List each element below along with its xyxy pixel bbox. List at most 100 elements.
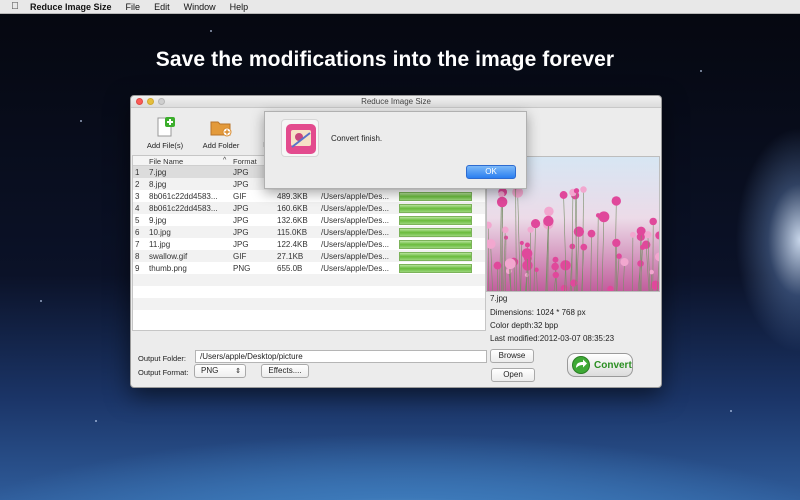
file-size-cell: 115.0KB	[277, 228, 308, 237]
app-icon	[281, 119, 319, 157]
table-row[interactable]	[133, 286, 485, 298]
file-size-cell: 655.0B	[277, 264, 303, 273]
format-cell: PNG	[233, 264, 251, 273]
window-title: Reduce Image Size	[361, 97, 431, 106]
file-name-cell: 7.jpg	[149, 168, 167, 177]
table-row[interactable]	[133, 274, 485, 286]
add-folder-label: Add Folder	[202, 141, 240, 150]
file-path-cell: /Users/apple/Des...	[321, 216, 390, 225]
progress-bar	[399, 228, 472, 237]
table-row[interactable]: 8 swallow.gif GIF 27.1KB/Users/apple/Des...	[133, 250, 485, 262]
title-bar[interactable]: Reduce Image Size	[131, 96, 661, 108]
menu-edit[interactable]: Edit	[154, 2, 170, 12]
add-files-label: Add File(s)	[146, 141, 184, 150]
sort-ascending-icon: ^	[223, 157, 227, 164]
format-cell: JPG	[233, 228, 249, 237]
table-row[interactable]: 7 11.jpg JPG 122.4KB/Users/apple/Des...	[133, 238, 485, 250]
table-row[interactable]: 9 thumb.png PNG 655.0B/Users/apple/Des...	[133, 262, 485, 274]
menu-help[interactable]: Help	[230, 2, 249, 12]
output-folder-field[interactable]: /Users/apple/Desktop/picture	[195, 350, 487, 363]
file-name-cell: thumb.png	[149, 264, 187, 273]
file-size-cell: 122.4KB	[277, 240, 308, 249]
file-name-cell: swallow.gif	[149, 252, 188, 261]
file-path-cell: /Users/apple/Des...	[321, 264, 390, 273]
row-number: 9	[135, 264, 140, 273]
zoom-button[interactable]	[158, 98, 165, 105]
table-body: 1 7.jpg JPG 2 8.jpg JPG 3 8b061c22dd4583... GIF 4…	[133, 166, 485, 322]
preview-filename: 7.jpg	[490, 294, 508, 303]
row-number: 5	[135, 216, 140, 225]
row-number: 4	[135, 204, 140, 213]
column-header-file-name[interactable]: File Name	[149, 157, 183, 166]
row-number: 1	[135, 168, 140, 177]
alert-message: Convert finish.	[331, 134, 383, 143]
add-folder-button[interactable]: Add Folder	[199, 116, 243, 150]
table-row[interactable]: 5 9.jpg JPG 132.6KB/Users/apple/Des...	[133, 214, 485, 226]
file-path-cell: /Users/apple/Des...	[321, 192, 390, 201]
stepper-arrows-icon: ⇕	[235, 368, 241, 375]
menu-window[interactable]: Window	[184, 2, 216, 12]
format-cell: GIF	[233, 192, 247, 201]
open-button[interactable]: Open	[491, 368, 535, 382]
progress-bar	[399, 264, 472, 273]
convert-label: Convert	[594, 359, 632, 371]
file-path-cell: /Users/apple/Des...	[321, 252, 390, 261]
table-row[interactable]: 4 8b061c22dd4583... JPG 160.6KB/Users/apple…	[133, 202, 485, 214]
table-row[interactable]: 3 8b061c22dd4583... GIF 489.3KB/Users/apple…	[133, 190, 485, 202]
format-cell: JPG	[233, 168, 249, 177]
add-file-icon	[157, 117, 175, 137]
ok-button[interactable]: OK	[466, 165, 516, 179]
format-cell: JPG	[233, 204, 249, 213]
headline: Save the modifications into the image fo…	[155, 48, 615, 71]
progress-bar	[399, 240, 472, 249]
file-name-cell: 11.jpg	[149, 240, 171, 249]
format-cell: JPG	[233, 216, 249, 225]
progress-bar	[399, 192, 472, 201]
output-folder-label: Output Folder:	[138, 354, 186, 363]
close-button[interactable]	[136, 98, 143, 105]
apple-icon[interactable]: 	[0, 1, 30, 12]
file-name-cell: 9.jpg	[149, 216, 167, 225]
star	[40, 300, 42, 302]
table-row[interactable]	[133, 310, 485, 322]
star	[80, 120, 82, 122]
menu-file[interactable]: File	[126, 2, 141, 12]
file-size-cell: 160.6KB	[277, 204, 308, 213]
progress-bar	[399, 252, 472, 261]
preview-last-modified: Last modified:2012-03-07 08:35:23	[490, 334, 615, 343]
effects-button[interactable]: Effects....	[261, 364, 309, 378]
file-name-cell: 8.jpg	[149, 180, 167, 189]
menu-bar:  Reduce Image Size File Edit Window Hel…	[0, 0, 800, 14]
file-name-cell: 8b061c22dd4583...	[149, 192, 218, 201]
output-format-select[interactable]: PNG ⇕	[194, 364, 246, 378]
minimize-button[interactable]	[147, 98, 154, 105]
file-path-cell: /Users/apple/Des...	[321, 240, 390, 249]
file-size-cell: 132.6KB	[277, 216, 308, 225]
add-folder-icon	[210, 121, 232, 137]
row-number: 2	[135, 180, 140, 189]
star	[210, 30, 212, 32]
menu-app-name[interactable]: Reduce Image Size	[30, 2, 112, 12]
column-header-format[interactable]: Format	[233, 157, 257, 166]
preview-color-depth: Color depth:32 bpp	[490, 321, 559, 330]
format-cell: JPG	[233, 240, 249, 249]
row-number: 7	[135, 240, 140, 249]
output-format-label: Output Format:	[138, 368, 189, 377]
output-format-value: PNG	[201, 366, 219, 375]
preview-dimensions: Dimensions: 1024 * 768 px	[490, 308, 586, 317]
table-row[interactable]	[133, 298, 485, 310]
progress-bar	[399, 216, 472, 225]
convert-button[interactable]: Convert	[567, 353, 633, 377]
file-name-cell: 10.jpg	[149, 228, 171, 237]
row-number: 8	[135, 252, 140, 261]
format-cell: GIF	[233, 252, 247, 261]
star	[95, 420, 97, 422]
alert-dialog: Convert finish. OK	[264, 111, 527, 189]
add-files-button[interactable]: Add File(s)	[145, 116, 185, 150]
file-size-cell: 489.3KB	[277, 192, 308, 201]
progress-bar	[399, 204, 472, 213]
table-row[interactable]: 6 10.jpg JPG 115.0KB/Users/apple/Des...	[133, 226, 485, 238]
file-path-cell: /Users/apple/Des...	[321, 228, 390, 237]
file-name-cell: 8b061c22dd4583...	[149, 204, 218, 213]
browse-button[interactable]: Browse	[490, 349, 534, 363]
